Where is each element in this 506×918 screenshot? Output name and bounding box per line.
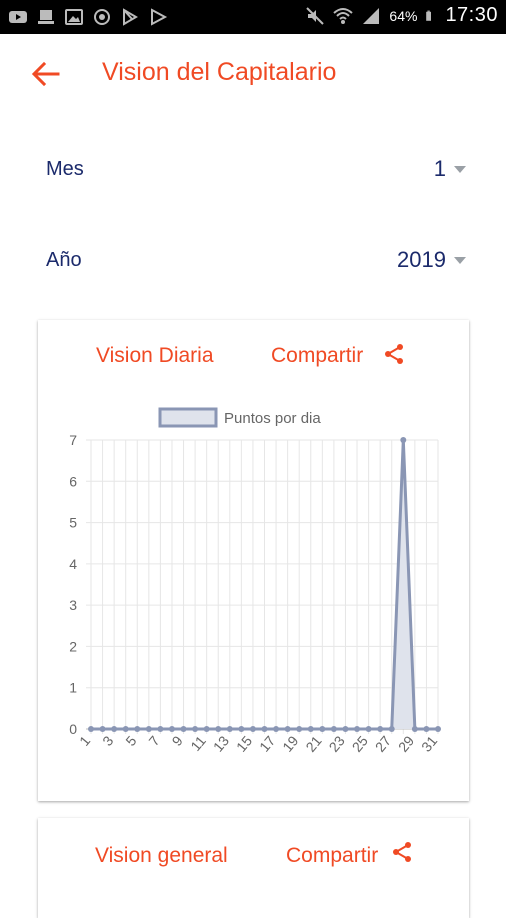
x-tick-label: 3	[99, 732, 116, 748]
data-point	[180, 726, 187, 732]
data-point	[111, 726, 118, 732]
data-point	[99, 726, 106, 732]
data-point	[296, 726, 303, 732]
app-bar: Vision del Capitalario	[0, 34, 506, 114]
y-tick-label: 3	[69, 597, 77, 613]
y-tick-label: 6	[69, 473, 77, 489]
status-bar-system-icons: 64% 17:30	[305, 4, 498, 27]
x-tick-label: 15	[233, 732, 255, 754]
mes-label: Mes	[46, 158, 84, 180]
y-tick-label: 4	[69, 556, 77, 572]
play-icon	[151, 8, 168, 26]
daily-card-title: Vision Diaria	[96, 344, 214, 367]
x-tick-label: 23	[325, 732, 347, 754]
legend-label: Puntos por dia	[224, 410, 321, 427]
y-tick-label: 0	[69, 721, 77, 737]
x-axis-ticks: 1 3 5 7 9 11 13 15 17 19 21 23 25 27 29 31	[76, 732, 440, 754]
anio-selector[interactable]: Año 2019	[0, 241, 506, 281]
data-point	[88, 726, 94, 732]
x-tick-label: 9	[169, 732, 186, 748]
data-point	[388, 726, 395, 732]
x-tick-label: 31	[418, 732, 440, 754]
data-point	[261, 726, 268, 732]
y-tick-label: 2	[69, 638, 77, 654]
image-icon	[65, 9, 83, 25]
battery-icon	[426, 10, 432, 21]
data-point	[226, 726, 233, 732]
data-point	[354, 726, 361, 732]
chevron-down-icon[interactable]	[454, 166, 466, 173]
data-point	[284, 726, 291, 732]
data-point	[342, 726, 349, 732]
x-tick-label: 13	[210, 732, 232, 754]
sync-icon	[94, 9, 110, 25]
data-point	[157, 726, 164, 732]
daily-vision-card: Vision Diaria Compartir Puntos por dia 0…	[38, 320, 469, 801]
general-vision-card: Vision general Compartir	[38, 818, 469, 918]
youtube-icon	[9, 11, 27, 23]
status-bar: 64% 17:30	[0, 0, 506, 34]
page-title: Vision del Capitalario	[102, 58, 337, 86]
anio-label: Año	[46, 249, 82, 271]
general-card-header: Vision general Compartir	[38, 838, 469, 870]
share-icon[interactable]	[390, 840, 414, 864]
anio-value[interactable]: 2019	[397, 247, 446, 273]
data-point	[122, 726, 129, 732]
data-point	[435, 726, 441, 732]
x-tick-label: 17	[256, 732, 278, 754]
data-point	[411, 726, 418, 732]
data-point	[168, 726, 175, 732]
data-point	[307, 726, 314, 732]
arrow-back-icon[interactable]	[30, 60, 62, 88]
y-tick-label: 7	[69, 432, 77, 448]
data-point	[145, 726, 152, 732]
data-point	[423, 726, 430, 732]
play-store-icon	[123, 8, 138, 26]
chart-legend: Puntos por dia	[158, 407, 321, 428]
chevron-down-icon[interactable]	[454, 257, 466, 264]
status-bar-notification-icons	[8, 7, 168, 27]
data-point	[215, 726, 222, 732]
data-point	[203, 726, 210, 732]
battery-percent: 64%	[389, 7, 418, 24]
x-tick-label: 21	[302, 732, 324, 754]
laptop-icon	[38, 10, 54, 24]
general-share-button[interactable]: Compartir	[286, 844, 378, 868]
chart-grid	[86, 439, 439, 734]
y-tick-label: 1	[69, 680, 77, 696]
daily-share-button[interactable]: Compartir	[271, 344, 363, 368]
data-point	[330, 726, 337, 732]
x-tick-label: 7	[145, 732, 162, 748]
x-tick-label: 29	[395, 732, 417, 754]
signal-icon	[363, 7, 380, 24]
mes-value[interactable]: 1	[434, 156, 446, 182]
x-tick-label: 27	[372, 732, 394, 754]
data-point	[377, 726, 384, 732]
wifi-icon	[333, 7, 354, 24]
data-point	[400, 437, 407, 443]
data-point	[238, 726, 245, 732]
x-tick-label: 1	[76, 732, 93, 748]
x-tick-label: 5	[122, 732, 139, 748]
share-icon[interactable]	[382, 342, 406, 366]
data-point	[273, 726, 280, 732]
legend-swatch	[158, 407, 218, 428]
mute-icon	[306, 6, 325, 25]
data-point	[319, 726, 326, 732]
data-point	[365, 726, 372, 732]
daily-points-chart: Puntos por dia 01234567 1 3 5 7 9 11 13 15 17 19 2…	[69, 407, 441, 755]
y-tick-label: 5	[69, 515, 77, 531]
x-tick-label: 19	[279, 732, 301, 754]
x-tick-label: 25	[349, 732, 371, 754]
y-axis-ticks: 0 1 2 3 4 5 6 7	[69, 432, 77, 737]
data-point	[134, 726, 141, 732]
status-time: 17:30	[445, 4, 498, 26]
daily-card-header: Vision Diaria Compartir	[38, 340, 469, 372]
x-tick-label: 11	[187, 732, 209, 754]
mes-selector[interactable]: Mes 1	[0, 150, 506, 190]
general-card-title: Vision general	[95, 844, 228, 867]
data-point	[192, 726, 199, 732]
data-point	[249, 726, 256, 732]
